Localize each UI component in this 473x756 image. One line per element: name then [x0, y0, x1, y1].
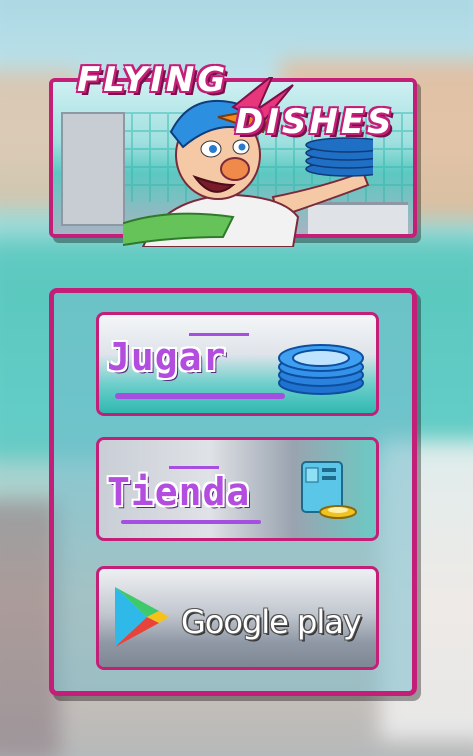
main-menu-panel: Jugar Tienda Google play — [49, 288, 417, 696]
logo-title-word-2: DISHES — [235, 102, 395, 142]
google-play-label: Google play — [181, 603, 362, 641]
dishwasher-icon — [301, 461, 357, 519]
shop-button[interactable]: Tienda — [96, 437, 379, 541]
game-logo-banner: FLYING DISHES — [49, 60, 417, 247]
google-play-icon — [115, 587, 169, 647]
play-button[interactable]: Jugar — [96, 312, 379, 416]
play-button-label: Jugar — [107, 335, 227, 379]
logo-title-word-1: FLYING — [77, 60, 229, 100]
plates-stack-icon — [278, 344, 364, 395]
google-play-button[interactable]: Google play — [96, 566, 379, 670]
play-label-underline — [115, 393, 285, 399]
shop-label-underline — [121, 520, 261, 524]
shop-button-label: Tienda — [107, 470, 251, 514]
